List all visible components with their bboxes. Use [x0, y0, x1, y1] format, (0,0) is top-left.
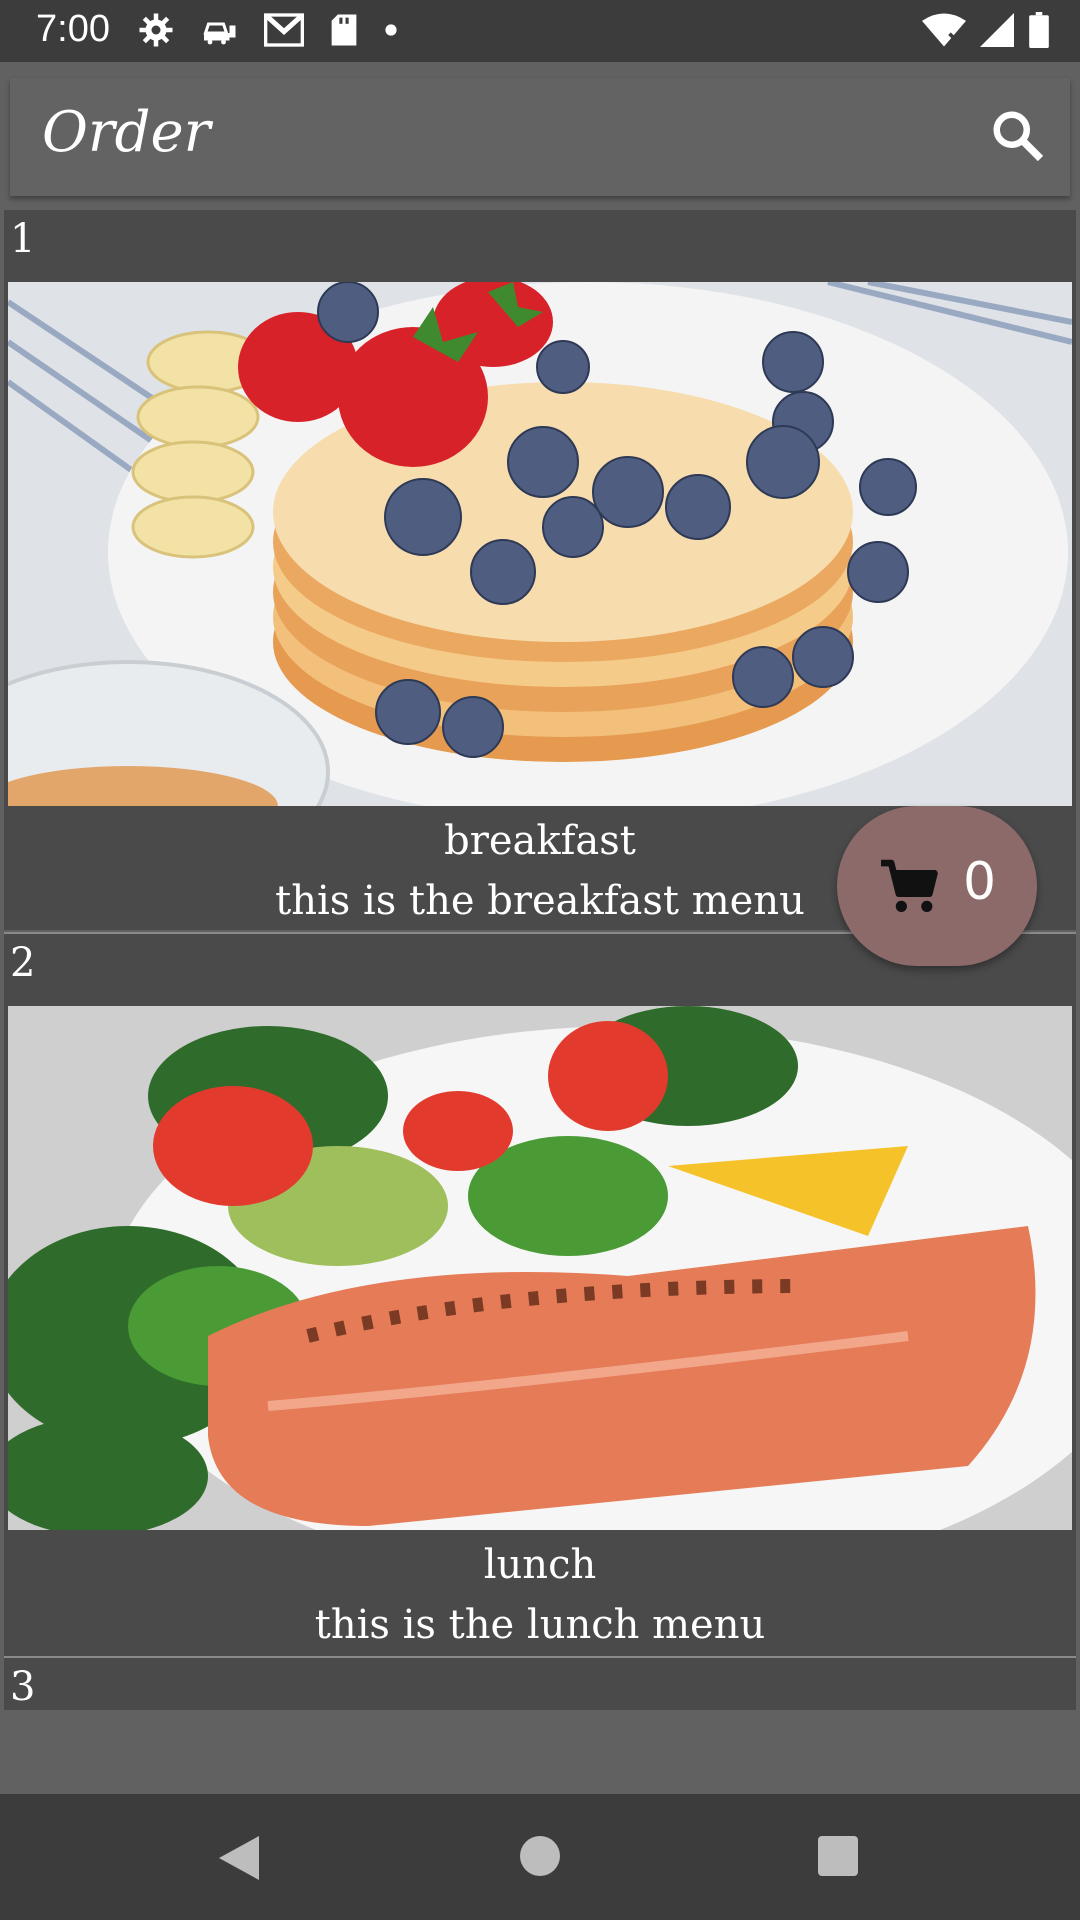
home-icon[interactable]	[520, 1836, 560, 1876]
car-icon	[203, 22, 236, 45]
lunch-image	[8, 1006, 1072, 1530]
navigation-bar	[0, 1794, 1080, 1920]
page-title: Order	[42, 100, 211, 165]
card-title: lunch	[483, 1542, 597, 1588]
status-bar: 7:00	[0, 0, 1080, 62]
card-number: 2	[10, 940, 36, 986]
menu-card-3[interactable]: 3	[4, 1658, 1076, 1710]
recents-icon[interactable]	[818, 1836, 858, 1876]
wifi-icon	[922, 13, 966, 47]
signal-icon	[980, 13, 1014, 47]
status-time: 7:00	[36, 8, 110, 50]
search-icon	[993, 111, 1044, 162]
settings-icon	[139, 13, 173, 47]
back-icon[interactable]	[218, 1836, 260, 1880]
cart-count: 0	[963, 852, 997, 912]
app-bar: Order	[10, 78, 1070, 196]
card-description: this is the lunch menu	[314, 1602, 766, 1648]
sd-card-icon	[331, 14, 357, 46]
search-button[interactable]	[988, 106, 1048, 166]
battery-icon	[1029, 12, 1049, 48]
breakfast-image	[8, 282, 1072, 806]
card-number: 1	[10, 216, 36, 262]
cart-icon	[881, 859, 938, 912]
menu-card-lunch[interactable]: 2 lunch this is the lunch menu	[4, 934, 1076, 1656]
dot-icon	[385, 24, 397, 36]
card-number: 3	[10, 1664, 36, 1710]
cart-button[interactable]: 0	[837, 806, 1037, 966]
gmail-icon	[264, 13, 304, 47]
